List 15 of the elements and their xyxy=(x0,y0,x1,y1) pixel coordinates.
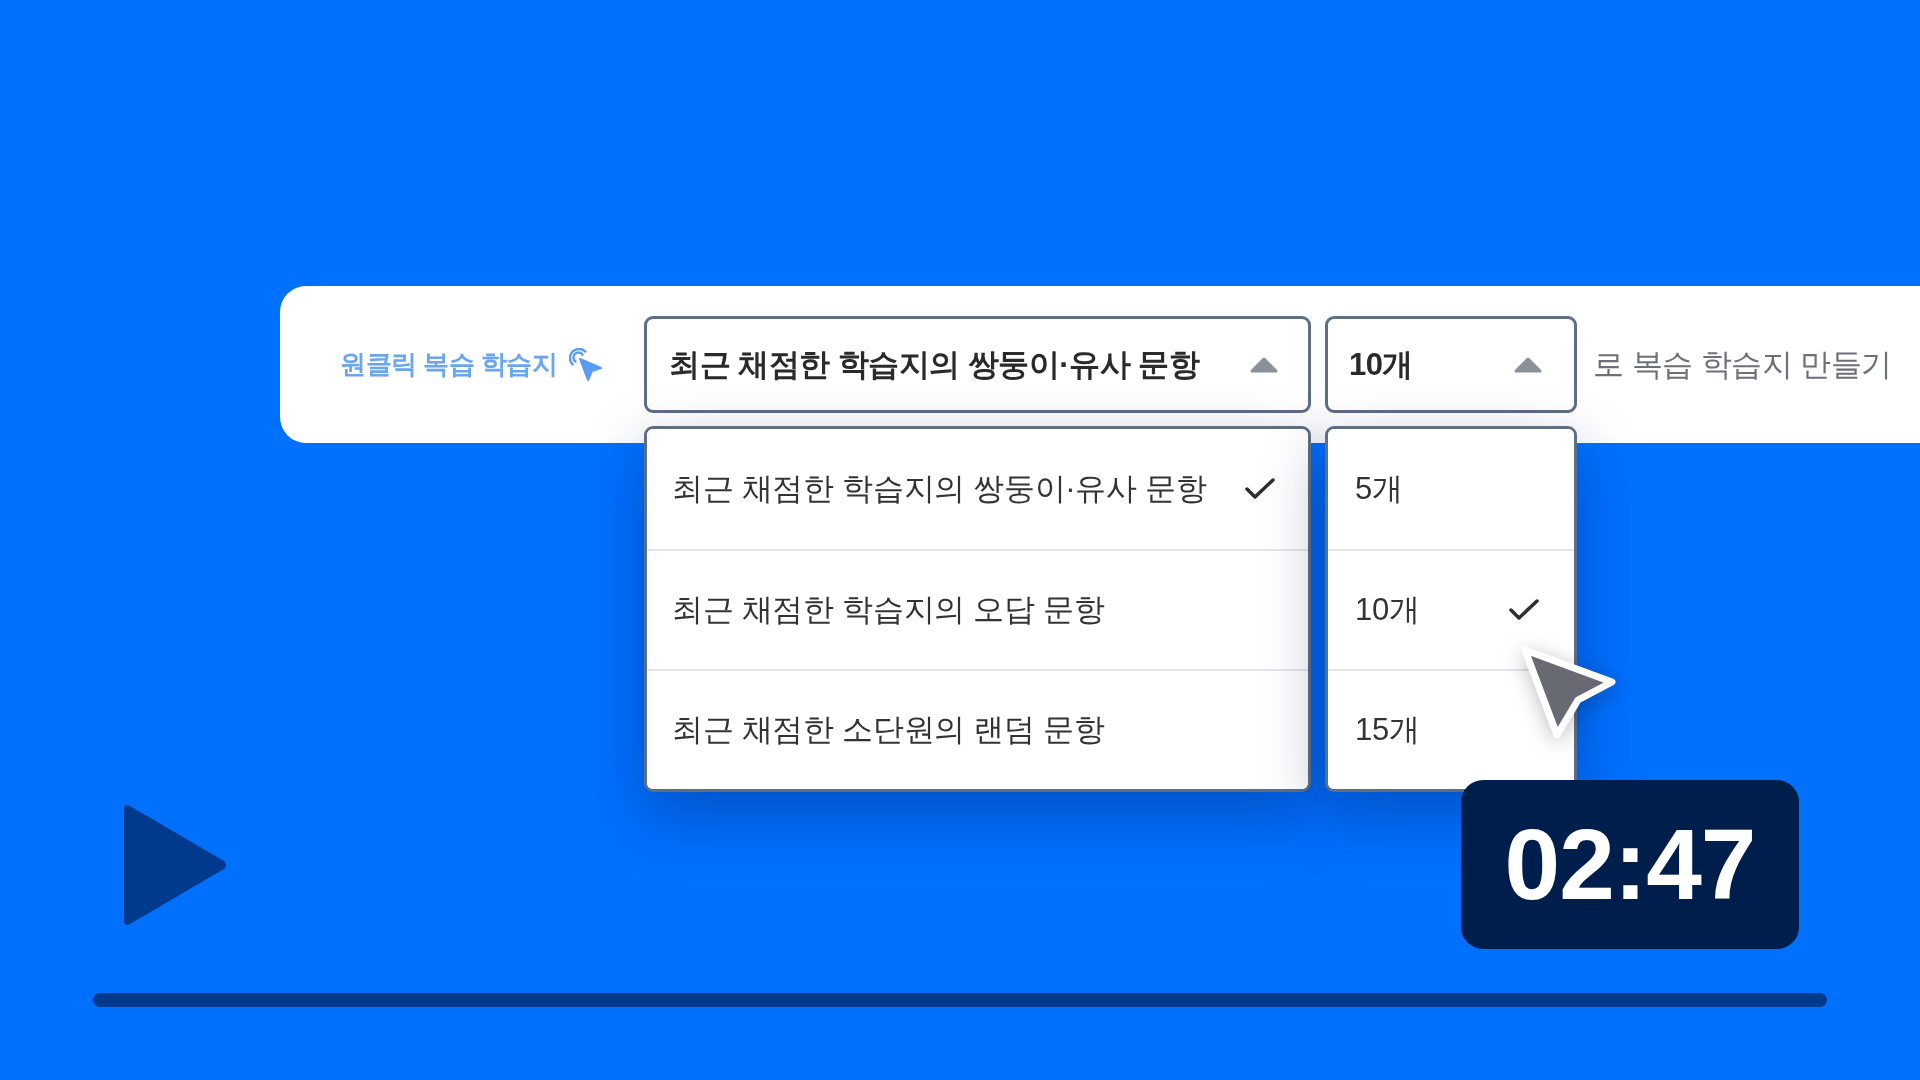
video-duration: 02:47 xyxy=(1461,780,1799,949)
dropdown-option[interactable]: 10개 xyxy=(1328,549,1574,669)
cursor-click-icon xyxy=(569,347,604,382)
dropdown-select[interactable]: 10개 xyxy=(1325,316,1577,413)
dropdown-option[interactable]: 5개 xyxy=(1328,429,1574,549)
feature-label: 원클릭 복습 학습지 xyxy=(340,348,558,381)
caret-up-icon xyxy=(1250,356,1278,373)
check-icon xyxy=(1244,477,1276,501)
caret-up-icon xyxy=(1514,356,1542,373)
caption-text: 로 복습 학습지 만들기 xyxy=(1593,345,1892,384)
dropdown-option[interactable]: 최근 채점한 학습지의 오답 문항 xyxy=(647,549,1308,669)
dropdown-option[interactable]: 최근 채점한 학습지의 쌍둥이·유사 문항 xyxy=(647,429,1308,549)
dropdown-option[interactable]: 최근 채점한 소단원의 랜덤 문항 xyxy=(647,669,1308,789)
dropdown-select[interactable]: 최근 채점한 학습지의 쌍둥이·유사 문항 xyxy=(644,316,1311,413)
check-icon xyxy=(1508,598,1540,622)
